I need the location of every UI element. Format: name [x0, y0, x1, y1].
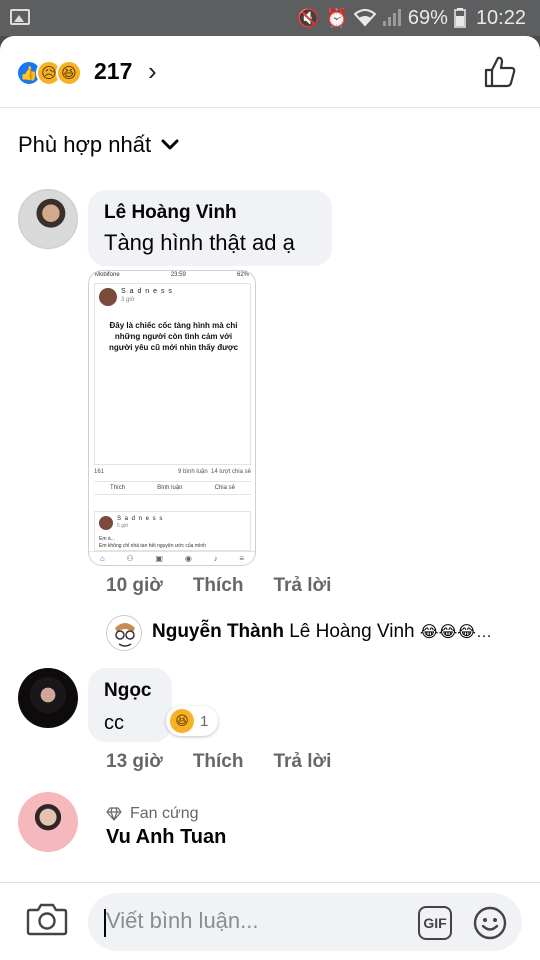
attachment-clock: 23:59: [170, 272, 186, 278]
attachment-post2-author: S a d n e s s: [117, 516, 164, 522]
attachment-post-author: S a d n e s s: [121, 288, 173, 295]
attachment-post-text: Đây là chiếc cốc tàng hình mà chỉ những …: [108, 321, 239, 352]
haha-reaction-icon: 😆: [56, 60, 82, 86]
signal-icon: [382, 9, 401, 26]
reply-author: Nguyễn Thành: [152, 621, 284, 642]
attachment-post2-text: Em à... Em không chỉ nhà tan hết nguyện …: [99, 536, 206, 550]
attachment-post: S a d n e s s 3 giờ Đây là chiếc cốc tàn…: [94, 283, 251, 465]
comment-author[interactable]: Lê Hoàng Vinh: [104, 202, 237, 224]
attachment-comment-count: 9 bình luận: [177, 469, 208, 475]
comment-text: cc: [104, 712, 124, 734]
comment-author[interactable]: Ngọc: [104, 680, 152, 702]
comment-time: 10 giờ: [106, 575, 163, 596]
home-icon: ⌂: [99, 554, 105, 563]
comment-meta: 10 giờ Thích Trả lời: [106, 575, 331, 597]
attachment-share-label: Chia sẻ: [214, 485, 235, 491]
watch-icon: ▣: [155, 554, 164, 563]
attachment-post2-time: 5 giờ: [117, 523, 129, 529]
fan-badge: Fan cứng: [106, 805, 199, 823]
attachment-stats: 161 9 bình luận 14 lượt chia sẻ: [94, 469, 251, 475]
comment-bubble[interactable]: Ngọc cc: [88, 668, 172, 742]
comment-text: Tàng hình thật ad ạ: [104, 230, 295, 255]
clock: 10:22: [475, 6, 526, 29]
like-comment-button[interactable]: Thích: [193, 751, 244, 773]
comment-reaction-badge[interactable]: 😆 1: [166, 706, 219, 736]
reply-button[interactable]: Trả lời: [273, 575, 331, 597]
comment-input-placeholder: Viết bình luận...: [106, 908, 259, 933]
reactions-header: 👍 😥 😆 217 ›: [0, 36, 540, 108]
battery-level: 69%: [407, 6, 448, 29]
reply-avatar[interactable]: [106, 615, 142, 651]
reply-emojis: 😂😂😂…: [419, 624, 492, 641]
status-bar: 🔇 ⏰ 69% 10:22: [0, 0, 540, 36]
attachment-status-bar: Mobifone 23:59 62%: [89, 271, 255, 281]
attachment-comment-label: Bình luận: [157, 485, 183, 491]
comment-reaction-count: 1: [200, 712, 209, 730]
comment-input[interactable]: Viết bình luận... GIF: [88, 893, 522, 951]
diamond-icon: [106, 807, 122, 821]
attachment-post-time: 3 giờ: [121, 297, 135, 303]
avatar[interactable]: [18, 189, 78, 249]
sort-dropdown[interactable]: Phù hợp nhất: [18, 132, 179, 158]
battery-icon: [454, 8, 466, 28]
attachment-avatar: [99, 288, 117, 306]
attachment-post-2: S a d n e s s 5 giờ Em à... Em không chỉ…: [94, 511, 251, 551]
cartoon-avatar-icon: [108, 617, 141, 650]
menu-icon: ≡: [239, 554, 245, 563]
attachment-avatar-2: [99, 516, 113, 530]
attachment-actions: Thích Bình luận Chia sẻ: [94, 481, 251, 495]
chevron-right-icon[interactable]: ›: [148, 56, 157, 87]
attachment-like-label: Thích: [110, 485, 126, 491]
attachment-reactions: 161: [94, 469, 105, 475]
camera-icon[interactable]: [26, 901, 68, 937]
haha-reaction-icon: 😆: [170, 709, 194, 733]
reply-preview[interactable]: Nguyễn Thành Lê Hoàng Vinh 😂😂😂…: [152, 621, 492, 643]
alarm-icon: ⏰: [325, 7, 348, 28]
comments-sheet: 👍 😥 😆 217 › Phù hợp nhất Lê Hoàng Vinh T…: [0, 36, 540, 960]
avatar[interactable]: [18, 792, 78, 852]
comment-meta: 13 giờ Thích Trả lời: [106, 751, 331, 773]
reaction-summary[interactable]: 👍 😥 😆: [16, 60, 82, 86]
friends-icon: ⚇: [126, 554, 134, 563]
mute-icon: 🔇: [297, 7, 320, 28]
fan-badge-label: Fan cứng: [130, 805, 199, 822]
attachment-tab-bar: ⌂ ⚇ ▣ ◉ ♪ ≡: [89, 551, 255, 565]
attachment-share-count: 14 lượt chia sẻ: [211, 469, 251, 475]
wifi-icon: [353, 9, 376, 27]
comment-bubble[interactable]: Lê Hoàng Vinh Tàng hình thật ad ạ: [88, 190, 332, 266]
comment-composer: Viết bình luận... GIF: [0, 882, 540, 960]
reply-mention: Lê Hoàng Vinh: [289, 621, 415, 642]
bell-icon: ♪: [213, 554, 218, 563]
avatar[interactable]: [18, 668, 78, 728]
comment-author[interactable]: Vu Anh Tuan: [106, 826, 226, 849]
gallery-icon: [10, 9, 30, 25]
groups-icon: ◉: [184, 554, 192, 563]
comment-time: 13 giờ: [106, 751, 163, 772]
attachment-post2-line1: Em à...: [99, 536, 115, 542]
chevron-down-icon: [161, 139, 179, 150]
emoji-icon[interactable]: [472, 905, 508, 941]
status-icons: 🔇 ⏰ 69% 10:22: [297, 6, 526, 30]
like-comment-button[interactable]: Thích: [193, 575, 244, 597]
gif-button[interactable]: GIF: [418, 906, 452, 940]
comment-image-attachment[interactable]: Mobifone 23:59 62% S a d n e s s 3 giờ Đ…: [88, 270, 256, 566]
reply-button[interactable]: Trả lời: [273, 751, 331, 773]
sort-label: Phù hợp nhất: [18, 132, 152, 157]
attachment-carrier: Mobifone: [95, 272, 120, 278]
attachment-battery: 62%: [236, 272, 249, 278]
reaction-count[interactable]: 217: [94, 58, 132, 85]
like-post-button[interactable]: [482, 54, 518, 90]
attachment-post2-line2: Em không chỉ nhà tan hết nguyện ước của …: [99, 543, 206, 549]
